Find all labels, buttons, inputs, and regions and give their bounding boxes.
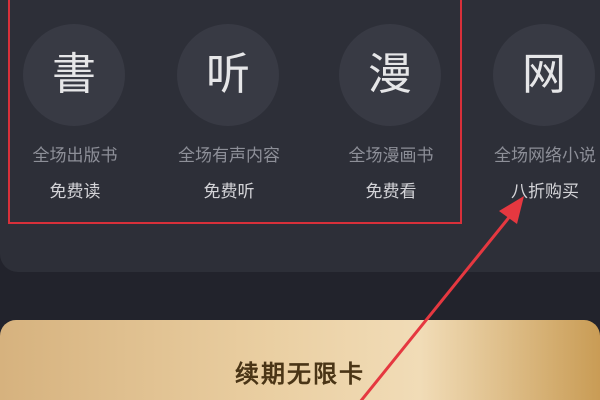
benefit-item-web-novels[interactable]: 网 全场网络小说 八折购买 <box>470 14 600 214</box>
vip-benefits-screen: 書 全场出版书 免费读 听 全场有声内容 免费听 漫 全场漫画书 免费看 网 全… <box>0 0 600 400</box>
highlight-box <box>8 0 462 224</box>
benefit-glyph: 网 <box>522 49 566 100</box>
renew-unlimited-card-button[interactable]: 续期无限卡 <box>0 320 600 400</box>
benefit-title: 全场网络小说 <box>494 146 596 166</box>
renew-card-title: 续期无限卡 <box>235 360 365 388</box>
benefit-subtitle: 八折购买 <box>511 182 579 202</box>
benefits-panel: 書 全场出版书 免费读 听 全场有声内容 免费听 漫 全场漫画书 免费看 网 全… <box>0 0 600 272</box>
web-novel-icon: 网 <box>493 24 595 126</box>
